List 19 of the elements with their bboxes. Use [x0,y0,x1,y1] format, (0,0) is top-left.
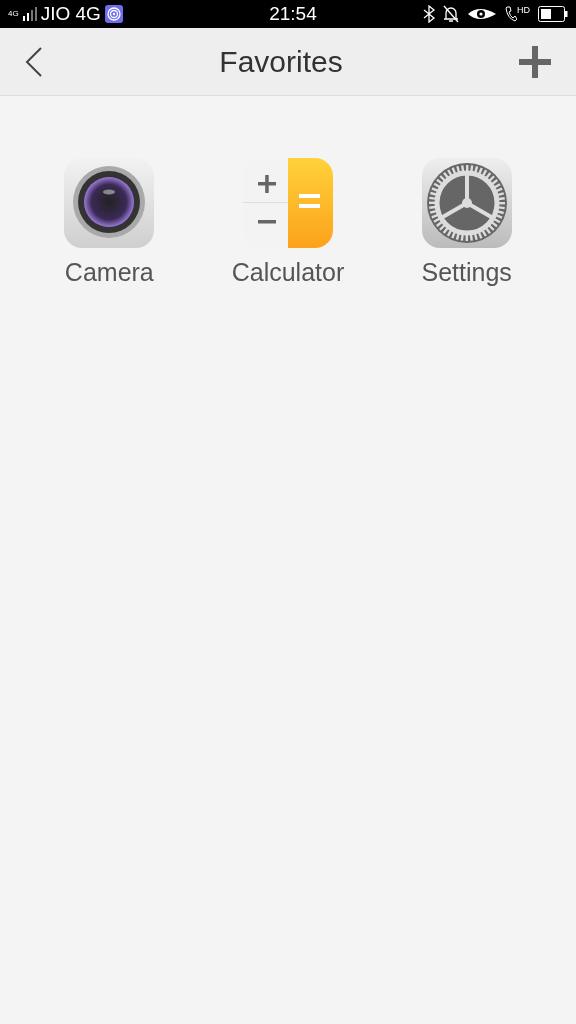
page-title: Favorites [219,44,343,80]
signal-icon [22,7,37,21]
carrier-name: JIO 4G [40,1,101,26]
bluetooth-icon [423,5,435,23]
phone-icon [505,6,517,22]
app-label: Calculator [231,257,345,288]
eye-icon [467,7,497,21]
app-label: Camera [64,257,154,288]
clock: 21:54 [269,2,317,24]
hd-text: HD [517,6,530,15]
add-button[interactable] [518,44,552,79]
hotspot-icon [104,5,123,23]
muted-bell-icon [443,5,459,23]
calculator-icon[interactable] [243,158,333,248]
gear-icon[interactable] [421,158,512,248]
back-button[interactable] [24,45,44,78]
app-label: Settings [421,257,512,288]
battery-icon [538,6,568,22]
network-type-text: 4G [8,10,19,18]
